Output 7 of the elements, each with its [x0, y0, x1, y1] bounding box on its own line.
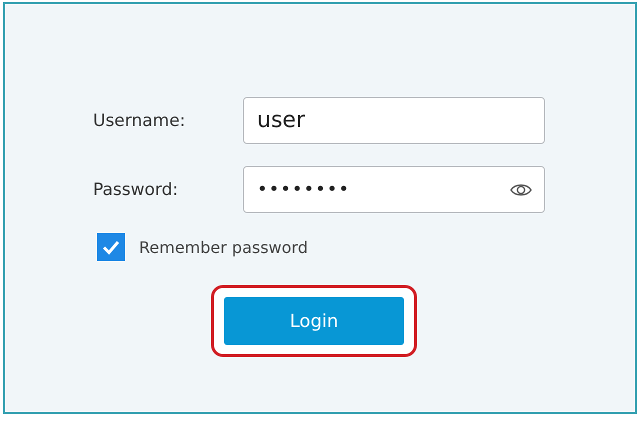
field-label: Password: [93, 180, 180, 200]
remember-label: Remember password [139, 238, 308, 256]
remember-checkbox[interactable] [97, 233, 125, 261]
username-field[interactable]: user [243, 97, 545, 144]
eye-icon[interactable] [510, 182, 532, 198]
password-field[interactable]: •••••••• [243, 166, 545, 213]
field-label: Username: [93, 110, 186, 130]
